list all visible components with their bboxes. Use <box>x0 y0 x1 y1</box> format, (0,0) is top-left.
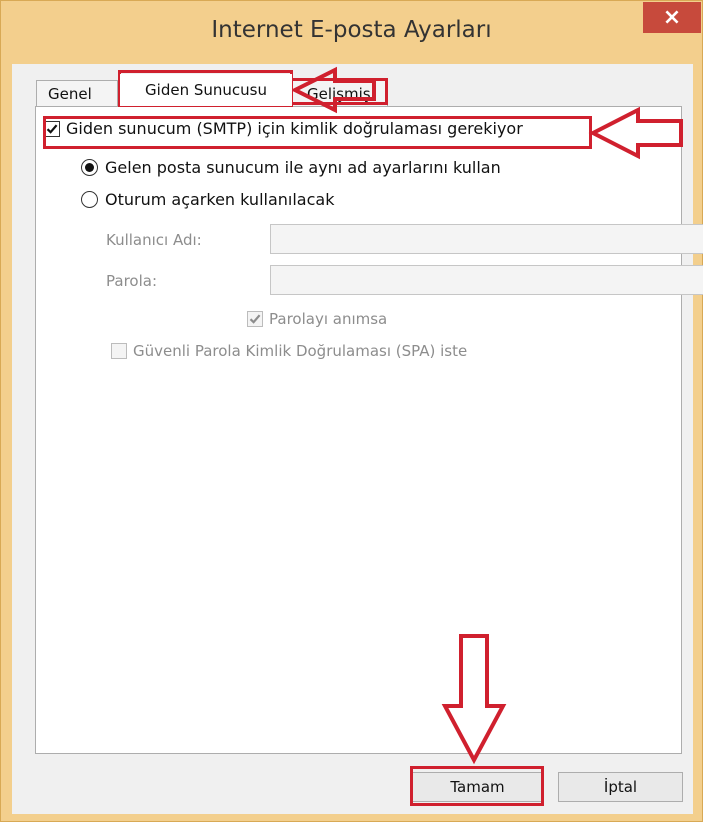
annotation-arrows <box>290 66 683 765</box>
arrow-down-ok-icon <box>441 634 507 765</box>
tab-giden-sunucusu-label: Giden Sunucusu <box>145 81 267 99</box>
arrow-left-tab-icon <box>290 66 376 114</box>
arrow-left-checkbox-icon <box>588 106 683 160</box>
tab-giden-sunucusu[interactable]: Giden Sunucusu <box>120 74 292 106</box>
